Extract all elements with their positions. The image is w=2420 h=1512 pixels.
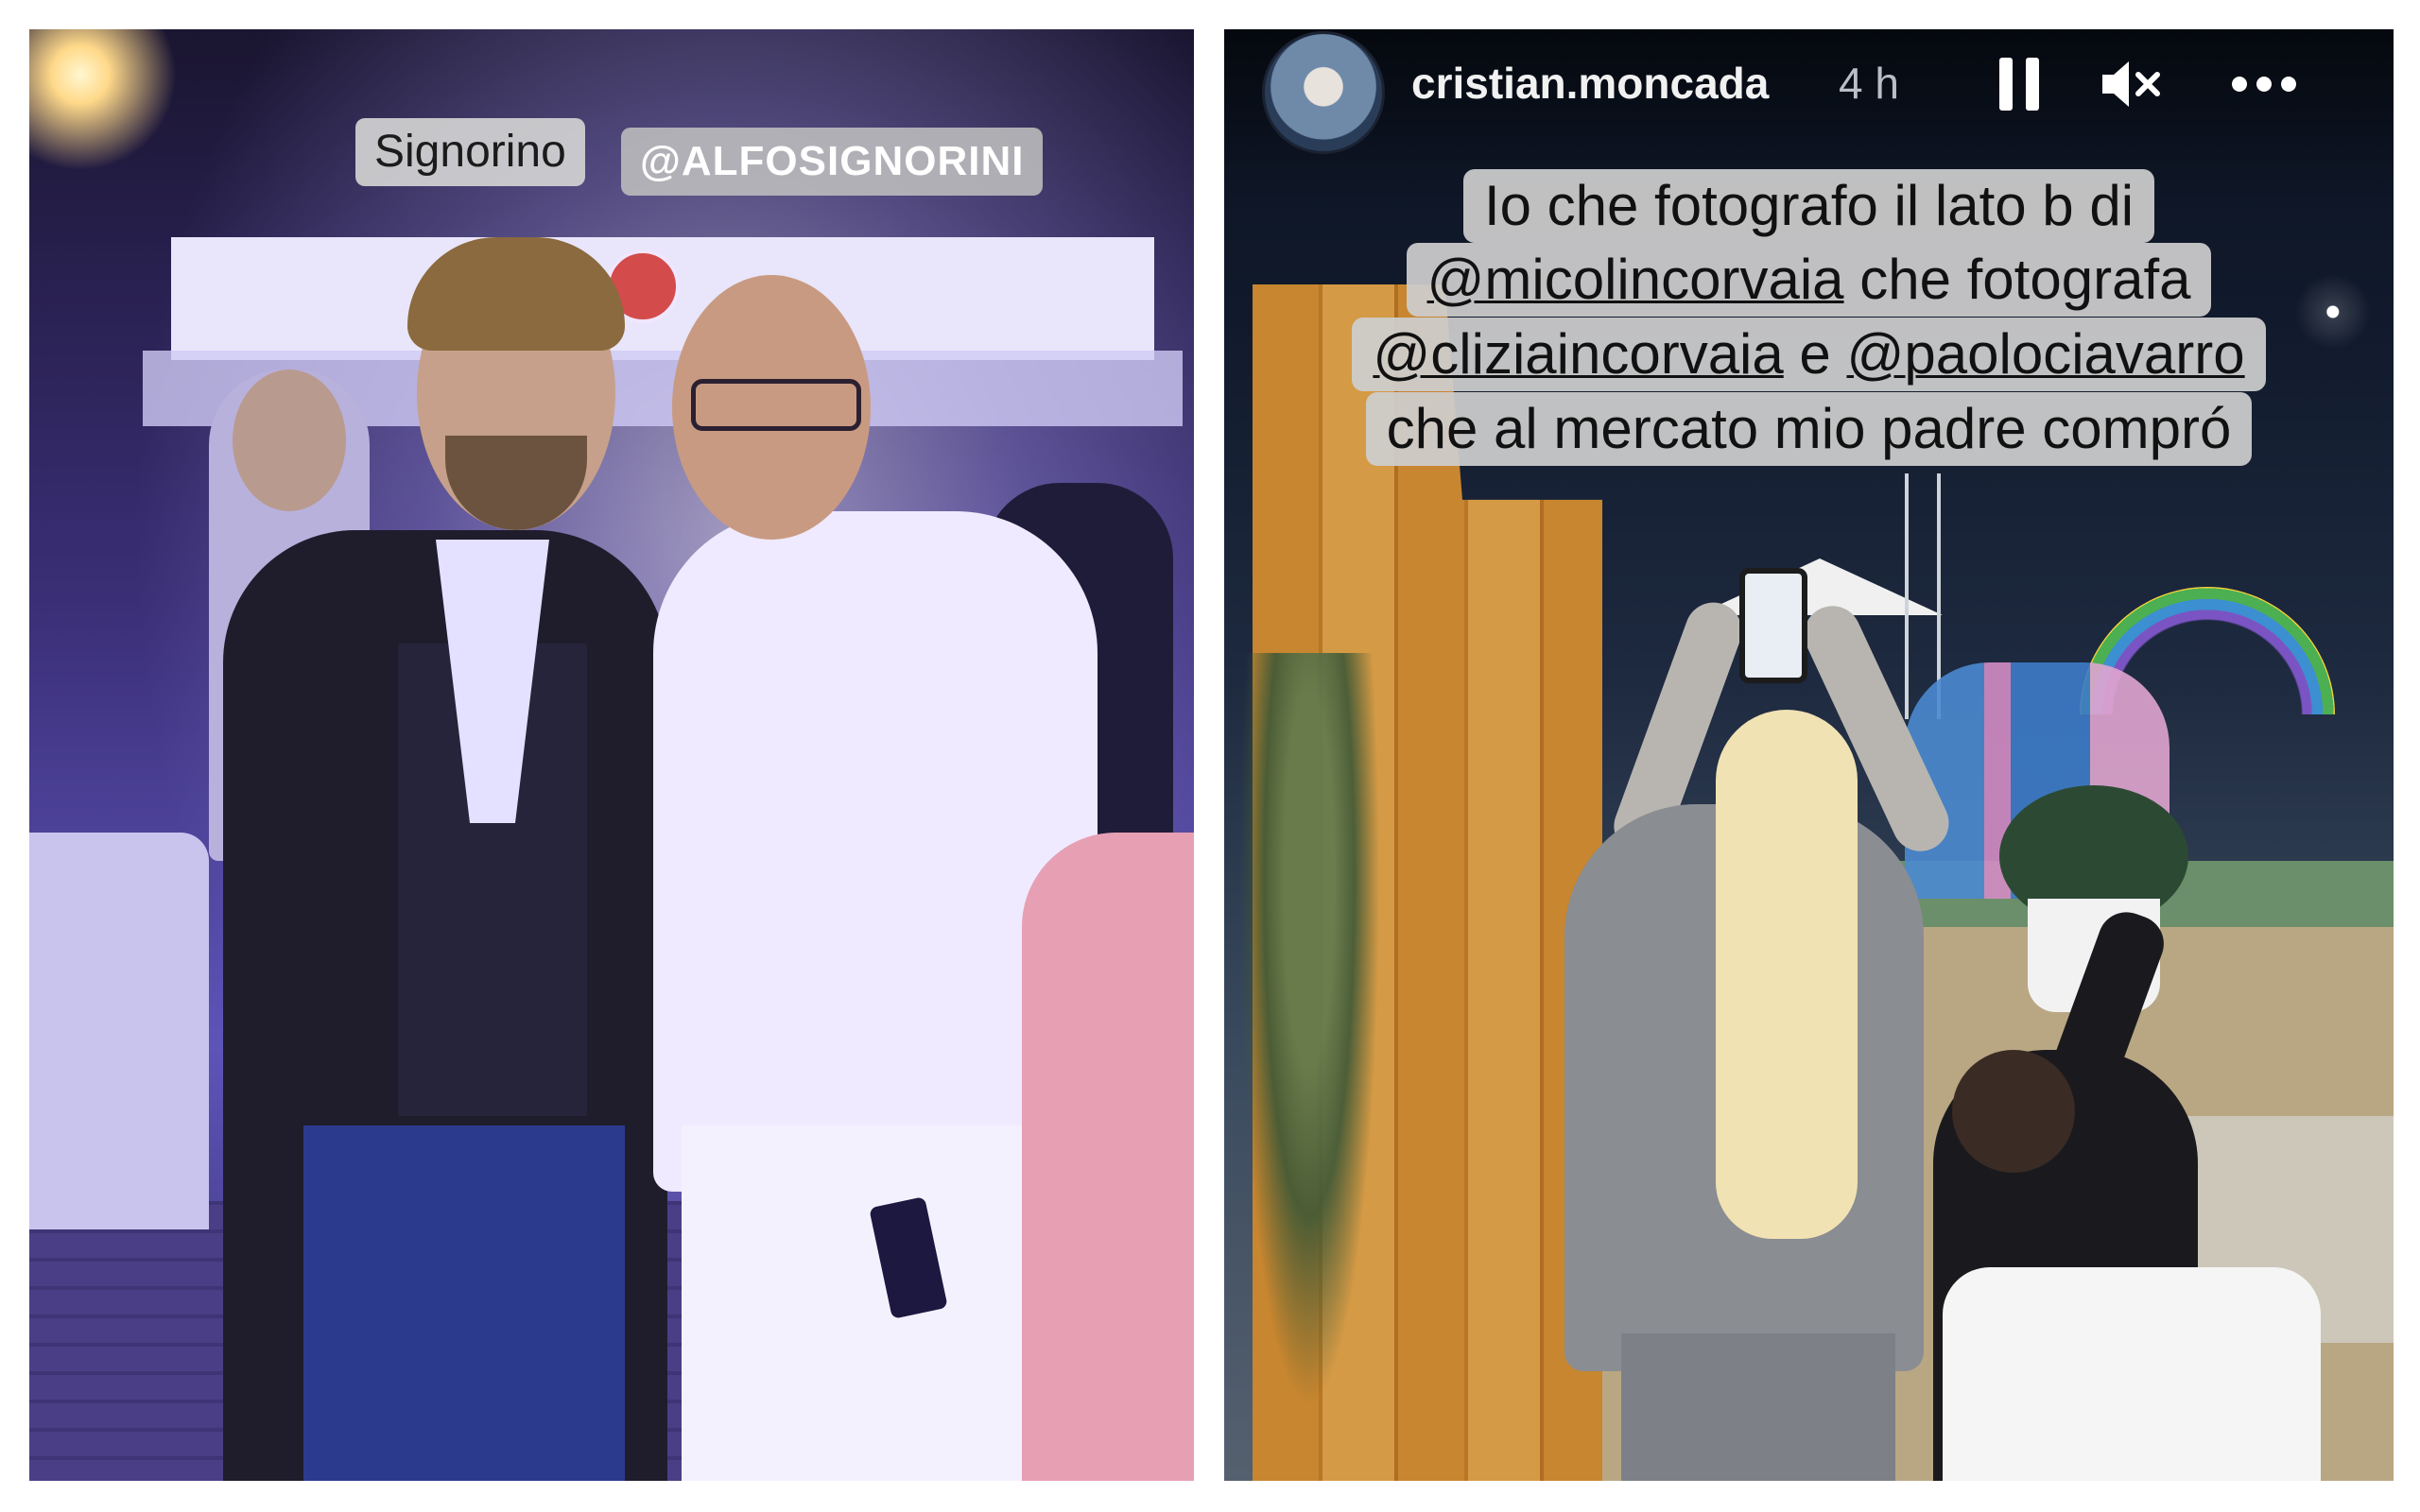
woman-blonde-ponytail — [1716, 710, 1858, 1239]
caption-text: @cliziaincorvaia e @paolociavarro — [1352, 318, 2266, 391]
speaker-muted-icon — [2102, 61, 2160, 107]
caption-line-2: @micolincorvaia che fotografa — [1224, 243, 2394, 317]
seated-man-head — [1952, 1050, 2075, 1173]
left-story-photo: Signorino @ALFOSIGNORINI — [29, 29, 1194, 1481]
caption-line-1: Io che fotografo il lato b di — [1224, 169, 2394, 243]
man-blue-pants — [303, 1125, 625, 1481]
avatar[interactable] — [1262, 31, 1385, 154]
lamp-glow — [29, 29, 199, 180]
mention-cliziaincorvaia[interactable]: @cliziaincorvaia — [1373, 322, 1783, 386]
caption-text: Io che fotografo il lato b di — [1462, 169, 2155, 243]
story-text-tag: Signorino — [355, 118, 585, 186]
mute-button[interactable] — [2099, 54, 2165, 114]
caption-text: e — [1783, 322, 1847, 386]
username[interactable]: cristian.moncada — [1411, 58, 1769, 109]
round-table — [29, 833, 209, 1229]
pause-button[interactable] — [1999, 58, 2041, 111]
caption-line-3: @cliziaincorvaia e @paolociavarro — [1224, 318, 2394, 391]
caption-text: @micolincorvaia che fotografa — [1406, 243, 2212, 317]
caption-text: che fotografa — [1843, 248, 2191, 311]
woman-grey-pants — [1621, 1333, 1895, 1481]
timestamp: 4 h — [1839, 59, 1899, 108]
more-horizontal-icon — [2232, 77, 2296, 92]
guest-pink-dress — [1022, 833, 1194, 1481]
raised-phone — [1739, 568, 1807, 683]
more-options-button[interactable] — [2226, 56, 2302, 112]
glasses — [691, 379, 861, 431]
background-guest-head — [233, 369, 346, 511]
caption-text: che al mercato mio padre compró — [1365, 392, 2253, 466]
white-chair — [1943, 1267, 2321, 1481]
man-white-pants — [682, 1125, 1022, 1481]
mention-paolociavarro[interactable]: @paolociavarro — [1846, 322, 2244, 386]
mention-sticker[interactable]: @ALFOSIGNORINI — [621, 128, 1044, 196]
right-story-photo: cristian.moncada 4 h Io che fotografo il… — [1224, 29, 2394, 1481]
mention-micolincorvaia[interactable]: @micolincorvaia — [1427, 248, 1844, 311]
olive-plant — [1238, 653, 1380, 1409]
pause-icon — [1999, 58, 2013, 111]
story-header: cristian.moncada 4 h — [1224, 29, 2394, 154]
caption-line-4: che al mercato mio padre compró — [1224, 392, 2394, 466]
